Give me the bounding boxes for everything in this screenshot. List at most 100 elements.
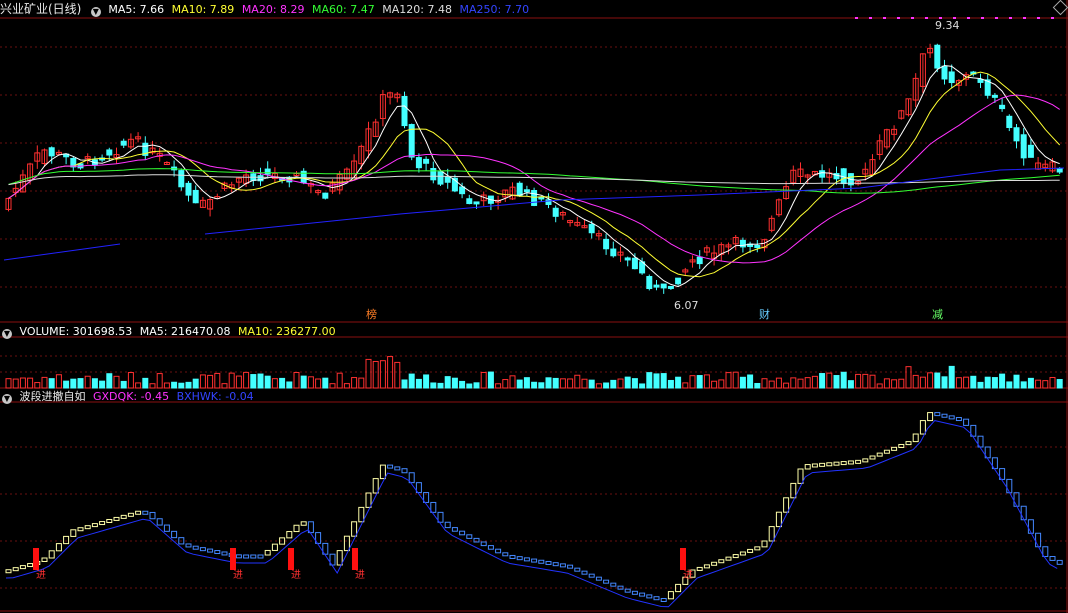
volume-bar <box>502 379 509 389</box>
indicator-step <box>963 418 970 426</box>
indicator-step <box>120 514 127 519</box>
candle <box>1006 115 1013 129</box>
volume-bar <box>243 371 250 389</box>
volume-bar <box>703 374 710 389</box>
buy-signal-bar <box>352 548 358 570</box>
volume-bar <box>999 373 1006 389</box>
candle <box>401 95 408 127</box>
indicator-step <box>286 531 293 539</box>
indicator-step <box>235 554 242 559</box>
volume-bar <box>142 377 149 389</box>
volume-bar <box>869 374 876 389</box>
volume-bar <box>358 377 365 389</box>
indicator-step <box>207 548 214 553</box>
indicator-step <box>1049 556 1056 561</box>
volume-bar <box>120 380 127 389</box>
volume-bar <box>963 376 970 389</box>
indicator-step <box>156 518 163 526</box>
volume-bar <box>12 378 19 389</box>
candle <box>934 44 941 69</box>
indicator-step <box>653 596 660 601</box>
candle <box>437 171 444 185</box>
collapse-icon[interactable]: ▼ <box>90 7 101 17</box>
volume-bar <box>718 379 725 389</box>
candle <box>459 186 466 195</box>
indicator-step <box>624 588 631 593</box>
indicator-step <box>1006 478 1013 494</box>
indicator-step <box>754 546 761 551</box>
volume-bar <box>379 360 386 389</box>
indicator-step <box>898 443 905 448</box>
indicator-step <box>739 551 746 556</box>
signal-dot <box>855 17 858 19</box>
candle <box>552 207 559 217</box>
indicator-step <box>12 567 19 572</box>
volume-bar <box>63 380 70 389</box>
stock-title[interactable]: 兴业矿业(日线) <box>0 2 81 16</box>
indicator-step <box>351 521 358 537</box>
volume-bar <box>775 377 782 389</box>
indicator-step <box>531 558 538 563</box>
indicator-step <box>804 464 811 470</box>
ma5-line <box>8 64 1060 288</box>
indicator-step <box>948 415 955 420</box>
indicator-step <box>99 521 106 526</box>
bxhwk-label: BXHWK: -0.04 <box>176 390 254 403</box>
volume-bar <box>473 382 480 389</box>
indicator-step <box>480 541 487 547</box>
volume-bar <box>466 383 473 389</box>
indicator-step <box>696 566 703 571</box>
volume-bar <box>574 374 581 389</box>
volume-bar <box>34 382 41 389</box>
collapse-icon[interactable]: ▼ <box>2 329 12 339</box>
candle <box>948 71 955 84</box>
collapse-icon[interactable]: ▼ <box>2 394 12 404</box>
buy-signal-bar <box>230 548 236 570</box>
indicator-step <box>725 556 732 561</box>
volume-bar <box>639 383 646 389</box>
volume-bar <box>667 379 674 389</box>
candle <box>999 104 1006 110</box>
event-marker-jian[interactable]: 减 <box>932 309 943 321</box>
volume-bar <box>271 378 278 389</box>
indicator-step <box>934 412 941 417</box>
buy-signal-label: 进 <box>291 569 301 581</box>
volume-bar <box>77 378 84 389</box>
volume-bar <box>336 372 343 389</box>
indicator-step <box>372 478 379 494</box>
volume-bar <box>1056 379 1063 389</box>
volume-bar <box>984 376 991 389</box>
volume-bar <box>459 380 466 389</box>
stock-chart[interactable]: 进进进进进 <box>0 0 1068 613</box>
indicator-step <box>509 554 516 559</box>
indicator-step <box>1035 532 1042 548</box>
indicator-step <box>761 540 768 548</box>
volume-bar <box>19 377 26 389</box>
volume-bar <box>228 372 235 389</box>
volume-bar <box>300 375 307 389</box>
volume-bar <box>898 378 905 389</box>
candle <box>991 94 998 98</box>
volume-bar <box>351 377 358 389</box>
event-marker-cai[interactable]: 财 <box>759 309 770 321</box>
volume-bar <box>646 372 653 389</box>
volume-bar <box>322 377 329 389</box>
ma250-label: MA250: 7.70 <box>459 3 530 16</box>
volume-bar <box>567 378 574 389</box>
volume-bar <box>732 371 739 389</box>
volume-bar <box>955 377 962 389</box>
volume-bar <box>905 366 912 389</box>
volume-bar <box>307 376 314 389</box>
volume-bar <box>653 373 660 389</box>
event-marker-bang[interactable]: 榜 <box>366 309 377 321</box>
indicator-step <box>552 562 559 567</box>
indicator-header: ▼ 波段进撤自如 GXDQK: -0.45 BXHWK: -0.04 <box>0 389 258 405</box>
signal-dot <box>981 17 984 19</box>
volume-bar <box>977 381 984 389</box>
indicator-step <box>941 413 948 418</box>
volume-bar <box>372 360 379 389</box>
candle <box>646 276 653 289</box>
candle <box>1020 134 1027 159</box>
volume-bar <box>430 382 437 389</box>
indicator-step <box>855 459 862 464</box>
